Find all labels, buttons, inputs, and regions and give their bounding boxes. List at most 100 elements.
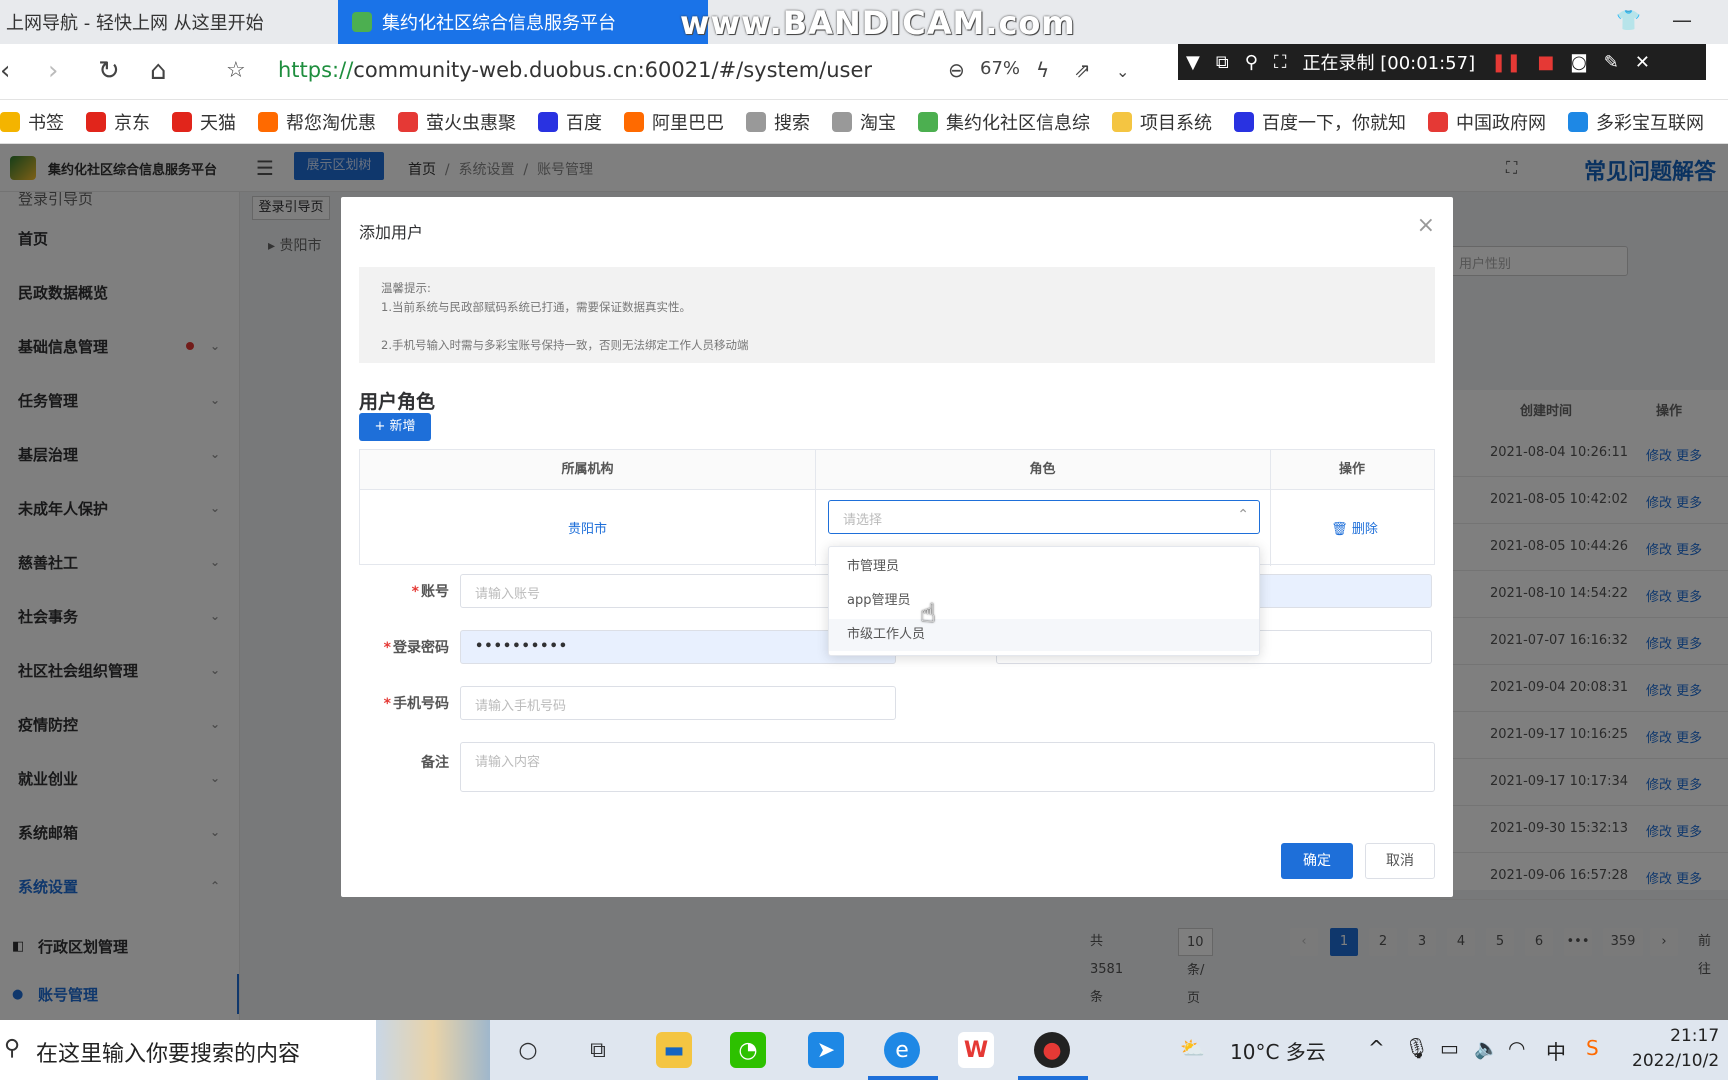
star-icon[interactable]: ☆ (226, 58, 246, 83)
search-highlight-image (376, 1020, 490, 1080)
window-icon[interactable]: ⧉ (1216, 52, 1229, 73)
section-title: 用户角色 (359, 391, 436, 413)
chevron-up-icon[interactable]: ^ (1368, 1036, 1385, 1060)
sogou-icon[interactable]: S (1586, 1036, 1599, 1060)
pause-icon[interactable]: ❚❚ (1491, 52, 1521, 73)
browser-icon[interactable]: e (884, 1032, 920, 1068)
tab-platform[interactable]: 集约化社区综合信息服务平台 (338, 0, 708, 44)
volume-icon[interactable]: 🔈 (1474, 1036, 1499, 1060)
tip-2: 2.手机号输入时需与多彩宝账号保持一致，否则无法绑定工作人员移动端 (381, 338, 749, 352)
ime-indicator[interactable]: 中 (1546, 1036, 1566, 1065)
delete-label: 删除 (1351, 522, 1378, 537)
bookmark-item[interactable]: 中国政府网 (1428, 109, 1546, 135)
zoom-level: 67% (980, 58, 1021, 79)
taskbar: ⚲ 在这里输入你要搜索的内容 ○ ⧉ ▬ ◔ ➤ e W ● ⛅ 10°C 多云… (0, 1020, 1728, 1080)
bookmark-item[interactable]: 搜索 (746, 109, 810, 135)
home-icon[interactable]: ⌂ (150, 56, 167, 86)
browser-tab-strip: 上网导航 - 轻快上网 从这里开始 集约化社区综合信息服务平台 www.BAND… (0, 0, 1728, 44)
divider (1270, 450, 1271, 566)
camera-icon[interactable]: ◙ (1570, 52, 1587, 73)
bookmark-label: 淘宝 (860, 112, 896, 134)
account-label: * 账号 (411, 584, 449, 600)
bookmark-item[interactable]: 多彩宝互联网 (1568, 109, 1704, 135)
bookmark-item[interactable]: 百度一下，你就知 (1234, 109, 1406, 135)
file-explorer-icon[interactable]: ▬ (656, 1032, 692, 1068)
wechat-icon[interactable]: ◔ (730, 1032, 766, 1068)
bookmark-item[interactable]: 项目系统 (1112, 109, 1212, 135)
shirt-icon[interactable]: 👕 (1616, 8, 1641, 32)
bookmark-item[interactable]: 京东 (86, 109, 150, 135)
bookmark-item[interactable]: 百度 (538, 109, 602, 135)
weather-text[interactable]: 10°C 多云 (1230, 1036, 1326, 1065)
recording-toolbar: ▼ ⧉ ⚲ ⛶ 正在录制 [00:01:57] ❚❚ ■ ◙ ✎ ✕ (1178, 44, 1706, 80)
dropdown-icon[interactable]: ▼ (1186, 52, 1200, 73)
bookmark-item[interactable]: 萤火虫惠聚 (398, 109, 516, 135)
bookmark-item[interactable]: 书签 (0, 109, 64, 135)
search-icon: ⚲ (4, 1036, 21, 1061)
bookmark-item[interactable]: 淘宝 (832, 109, 896, 135)
battery-icon[interactable]: ▭ (1440, 1036, 1459, 1060)
wifi-icon[interactable]: ◠ (1508, 1036, 1525, 1060)
bookmark-label: 项目系统 (1140, 112, 1212, 134)
active-app-indicator (868, 1076, 938, 1080)
clock[interactable]: 21:17 2022/10/2 (1632, 1024, 1719, 1074)
bookmark-label: 天猫 (200, 112, 236, 134)
bookmarks-bar: 书签 京东 天猫 帮您淘优惠 萤火虫惠聚 百度 阿里巴巴 搜索 淘宝 集约化社区信息综 项目系统 百度… (0, 100, 1728, 144)
remark-textarea[interactable]: 请输入内容 (460, 742, 1435, 792)
divider (815, 450, 816, 566)
role-option-city-admin[interactable]: 市管理员 (829, 551, 1259, 583)
bookmark-item[interactable]: 帮您淘优惠 (258, 109, 376, 135)
region-icon[interactable]: ⛶ (1274, 52, 1287, 73)
taskbar-search[interactable]: ⚲ 在这里输入你要搜索的内容 (0, 1020, 490, 1080)
reload-icon[interactable]: ↻ (98, 56, 120, 86)
bookmark-item[interactable]: 集约化社区信息综 (918, 109, 1090, 135)
url-path: community-web.duobus.cn:60021/#/system/u… (353, 58, 873, 82)
stop-icon[interactable]: ■ (1537, 52, 1554, 73)
cancel-button[interactable]: 取消 (1365, 843, 1435, 879)
role-select[interactable]: 请选择 ⌃ (828, 500, 1260, 534)
back-icon[interactable]: ‹ (0, 56, 10, 86)
tips-box: 温馨提示: 1.当前系统与民政部赋码系统已打通，需要保证数据真实性。 2.手机号… (359, 267, 1435, 363)
org-value[interactable]: 贵阳市 (360, 518, 815, 537)
role-option-city-staff[interactable]: 市级工作人员 (829, 619, 1259, 651)
feishu-icon[interactable]: ➤ (808, 1032, 844, 1068)
bookmark-item[interactable]: 阿里巴巴 (624, 109, 724, 135)
forward-icon[interactable]: › (48, 56, 58, 86)
minimize-icon[interactable]: — (1672, 8, 1692, 32)
bookmark-icon (538, 111, 558, 132)
org-cell: 贵阳市 (360, 490, 815, 564)
pen-icon[interactable]: ✎ (1604, 52, 1619, 73)
close-icon[interactable]: × (1417, 213, 1435, 238)
bandicam-icon[interactable]: ● (1034, 1032, 1070, 1068)
trash-icon: 🗑 (1331, 522, 1348, 537)
flash-icon[interactable]: ϟ (1036, 58, 1049, 82)
chevron-down-icon[interactable]: ⌄ (1116, 62, 1129, 81)
col-op: 操作 (1270, 450, 1434, 490)
search-icon[interactable]: ⚲ (1245, 52, 1258, 73)
tab-navigation[interactable]: 上网导航 - 轻快上网 从这里开始 (0, 0, 338, 44)
bookmark-label: 百度一下，你就知 (1262, 112, 1406, 134)
bookmark-item[interactable]: 天猫 (172, 109, 236, 135)
hand-cursor-icon: ☝ (920, 599, 936, 629)
close-icon[interactable]: ✕ (1635, 52, 1650, 73)
phone-input[interactable]: 请输入手机号码 (460, 686, 896, 720)
microphone-icon[interactable]: 🎙 (1404, 1036, 1429, 1060)
delete-role-button[interactable]: 🗑 删除 (1275, 518, 1434, 537)
bookmark-label: 多彩宝互联网 (1596, 112, 1704, 134)
cortana-icon[interactable]: ○ (510, 1032, 546, 1068)
zoom-icon[interactable]: ⊖ (948, 58, 965, 82)
role-dropdown: 市管理员 app管理员 市级工作人员 (828, 546, 1260, 656)
role-option-app-admin[interactable]: app管理员 (829, 585, 1259, 617)
wps-icon[interactable]: W (958, 1032, 994, 1068)
task-view-icon[interactable]: ⧉ (580, 1032, 616, 1068)
password-label: * 登录密码 (383, 640, 449, 656)
confirm-button[interactable]: 确定 (1281, 843, 1353, 879)
bookmark-label: 萤火虫惠聚 (426, 112, 516, 134)
weather-icon[interactable]: ⛅ (1180, 1036, 1205, 1060)
bookmark-label: 书签 (28, 112, 64, 134)
add-role-button[interactable]: + 新增 (359, 413, 431, 441)
remark-row: 备注 请输入内容 (359, 742, 1435, 792)
url-field[interactable]: https://community-web.duobus.cn:60021/#/… (278, 58, 872, 82)
bookmark-label: 中国政府网 (1456, 112, 1546, 134)
share-icon[interactable]: ⇗ (1074, 58, 1091, 82)
